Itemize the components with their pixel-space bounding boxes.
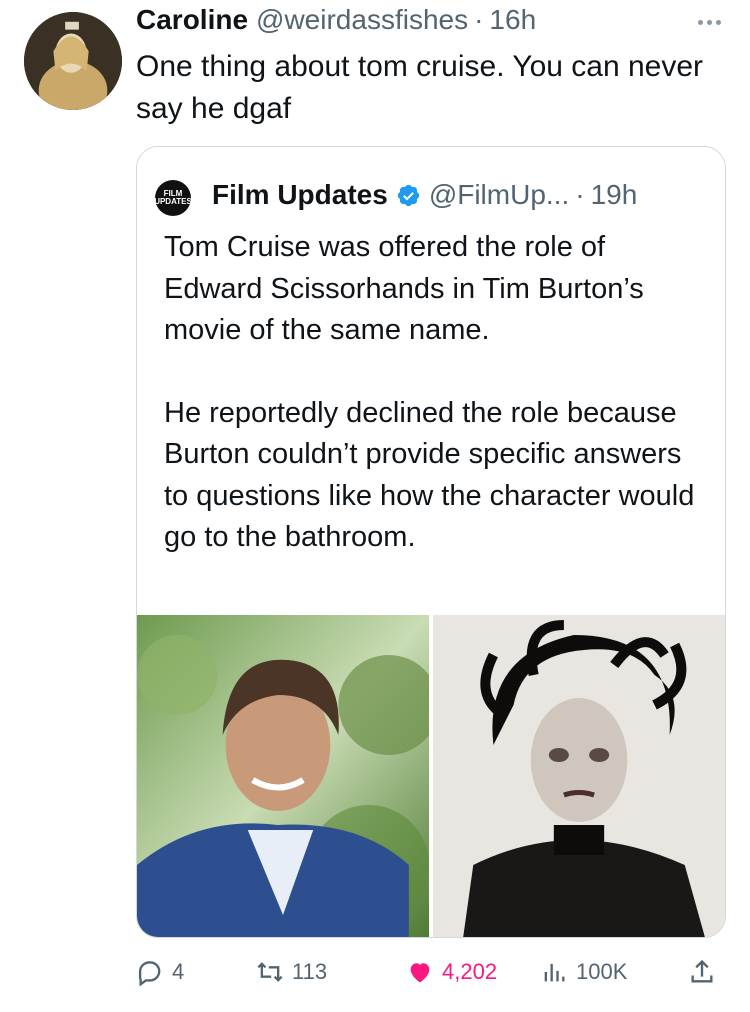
share-icon: [691, 959, 713, 983]
tweet-time[interactable]: 16h: [489, 4, 536, 36]
photo-edward-scissorhands[interactable]: [433, 615, 725, 937]
quoted-tweet[interactable]: FILM UPDATES Film Updates @FilmUp... · 1…: [136, 146, 726, 938]
share-button[interactable]: [688, 952, 716, 992]
tweet-header: Caroline @weirdassfishes · 16h: [136, 4, 536, 38]
like-button[interactable]: 4,202: [406, 952, 497, 992]
quoted-separator-dot: ·: [575, 179, 585, 210]
quoted-avatar-label: FILM UPDATES: [154, 189, 192, 206]
views-icon: [544, 963, 565, 982]
quoted-text: Tom Cruise was offered the role of Edwar…: [164, 227, 709, 559]
quoted-author-avatar[interactable]: FILM UPDATES: [154, 180, 192, 216]
more-horizontal-icon[interactable]: [692, 12, 726, 32]
like-count: 4,202: [442, 959, 498, 984]
reply-count: 4: [172, 959, 185, 984]
quoted-author-handle[interactable]: @FilmUp...: [429, 179, 569, 211]
media-grid: [137, 615, 725, 937]
verified-badge-icon: [397, 184, 419, 206]
author-avatar[interactable]: [24, 12, 122, 110]
tweet-actions: 4 113 4,202 100K: [136, 952, 726, 992]
like-icon: [410, 963, 430, 983]
quoted-paragraph: Tom Cruise was offered the role of Edwar…: [164, 231, 644, 346]
tweet-text: One thing about tom cruise. You can neve…: [136, 50, 712, 125]
quoted-header: Film Updates @FilmUp... · 19h: [212, 179, 637, 211]
views-button[interactable]: 100K: [540, 952, 627, 992]
retweet-icon: [257, 962, 283, 982]
quoted-time[interactable]: 19h: [591, 179, 638, 211]
quoted-author-name[interactable]: Film Updates: [212, 179, 388, 211]
views-count: 100K: [576, 959, 628, 984]
quoted-paragraph: He reportedly declined the role because …: [164, 396, 695, 554]
photo-tom-cruise[interactable]: [137, 615, 429, 937]
retweet-count: 113: [292, 959, 328, 984]
reply-icon: [138, 961, 161, 986]
author-name[interactable]: Caroline: [136, 4, 248, 36]
author-handle[interactable]: @weirdassfishes: [256, 4, 468, 36]
retweet-button[interactable]: 113: [256, 952, 327, 992]
reply-button[interactable]: 4: [136, 952, 184, 992]
separator-dot: ·: [474, 4, 484, 35]
